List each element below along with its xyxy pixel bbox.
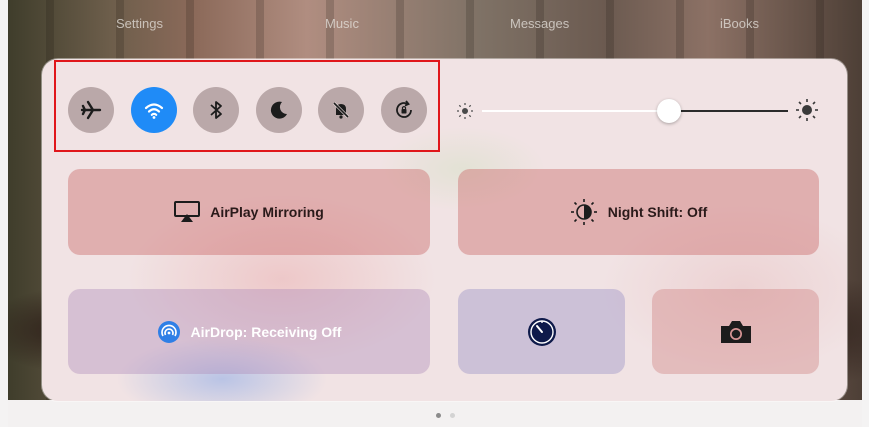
highlight-box xyxy=(54,60,440,152)
airplay-mirroring-button[interactable]: AirPlay Mirroring xyxy=(68,169,430,255)
dock-app-music: Music xyxy=(325,16,359,31)
night-shift-icon xyxy=(570,199,597,225)
dock-app-ibooks: iBooks xyxy=(720,16,760,31)
airplay-icon xyxy=(174,201,201,222)
page-indicator-dot-1[interactable] xyxy=(436,413,441,418)
camera-icon xyxy=(720,320,751,343)
brightness-high-icon xyxy=(796,99,818,121)
dock-app-settings: Settings xyxy=(116,16,163,31)
airplay-mirroring-label: AirPlay Mirroring xyxy=(210,204,324,220)
airdrop-label: AirDrop: Receiving Off xyxy=(190,323,342,340)
brightness-slider-thumb[interactable] xyxy=(657,99,681,123)
brightness-track-empty xyxy=(668,110,788,112)
bottom-band xyxy=(8,400,862,427)
timer-button[interactable] xyxy=(458,289,625,374)
airdrop-icon xyxy=(157,320,180,343)
camera-button[interactable] xyxy=(652,289,819,374)
airdrop-button[interactable]: AirDrop: Receiving Off xyxy=(68,289,430,374)
timer-icon xyxy=(527,317,556,346)
brightness-track-filled xyxy=(482,110,668,112)
dock-app-messages: Messages xyxy=(510,16,570,31)
page-indicator-dot-2[interactable] xyxy=(450,413,455,418)
night-shift-button[interactable]: Night Shift: Off xyxy=(458,169,819,255)
brightness-low-icon xyxy=(457,103,473,119)
night-shift-label: Night Shift: Off xyxy=(607,204,708,220)
